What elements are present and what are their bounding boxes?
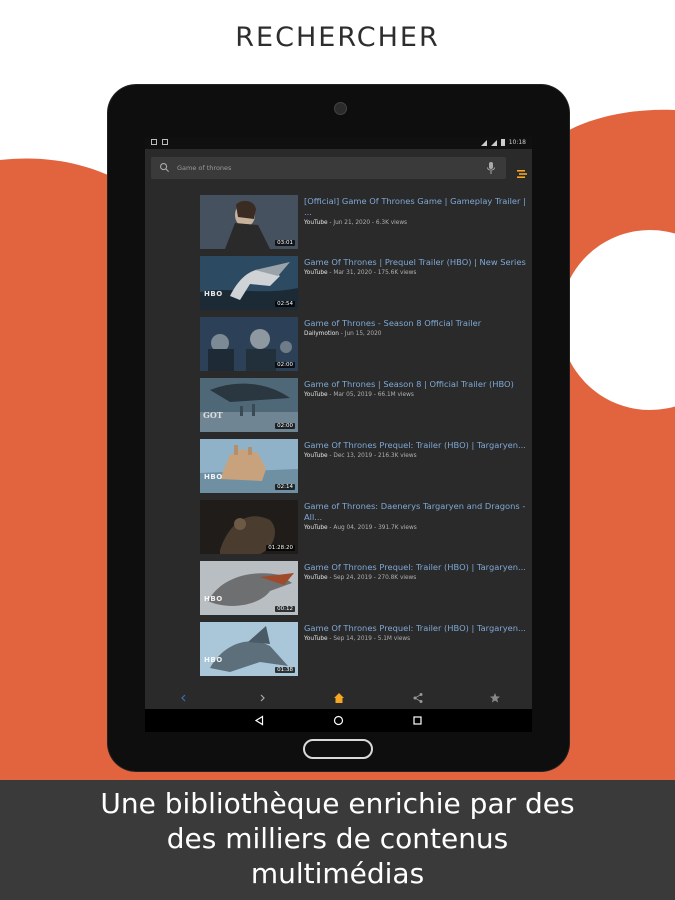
result-item[interactable]: 01:28:20 Game of Thrones: Daenerys Targa… [200, 500, 530, 554]
result-title[interactable]: [Official] Game Of Thrones Game | Gamepl… [304, 196, 530, 217]
result-meta: YouTube - Sep 14, 2019 - 5.1M views [304, 636, 530, 642]
video-thumbnail[interactable]: GOT 02:00 [200, 378, 298, 432]
filter-icon[interactable] [516, 168, 528, 180]
wifi-icon [480, 139, 487, 146]
video-thumbnail[interactable]: 01:28:20 [200, 500, 298, 554]
tablet-device: 10:18 Game of thrones 03:01 [Official] G… [108, 85, 569, 771]
caption-line: multimédias [250, 857, 425, 890]
battery-icon [500, 139, 505, 146]
hbo-logo: HBO [204, 595, 223, 603]
result-source: YouTube [304, 575, 328, 581]
result-title[interactable]: Game Of Thrones | Prequel Trailer (HBO) … [304, 257, 530, 268]
result-title[interactable]: Game of Thrones: Daenerys Targaryen and … [304, 501, 530, 522]
duration-badge: 03:01 [275, 240, 295, 246]
star-icon[interactable] [488, 691, 502, 705]
result-date-views: - Sep 24, 2019 - 270.8K views [327, 575, 417, 581]
result-item[interactable]: GOT 02:00 Game of Thrones | Season 8 | O… [200, 378, 530, 432]
home-circle-icon[interactable] [333, 715, 344, 726]
signal-icon [490, 139, 497, 146]
result-date-views: - Aug 04, 2019 - 391.7K views [327, 525, 417, 531]
duration-badge: 02:00 [275, 362, 295, 368]
result-source: YouTube [304, 525, 328, 531]
system-navigation [145, 709, 532, 732]
mic-icon[interactable] [486, 161, 496, 175]
duration-badge: 01:28:20 [266, 545, 295, 551]
result-meta: YouTube - Jun 21, 2020 - 6.3K views [304, 220, 530, 226]
result-date-views: - Sep 14, 2019 - 5.1M views [327, 636, 411, 642]
duration-badge: 02:14 [275, 484, 295, 490]
status-bar: 10:18 [145, 137, 532, 149]
hbo-logo: HBO [204, 290, 223, 298]
result-meta: Dailymotion - Jun 15, 2020 [304, 331, 530, 337]
back-arrow-icon[interactable] [177, 691, 191, 705]
search-input[interactable] [177, 161, 467, 175]
result-item[interactable]: HBO 01:38 Game Of Thrones Prequel: Trail… [200, 622, 530, 676]
back-triangle-icon[interactable] [254, 715, 265, 726]
result-item[interactable]: HBO 00:12 Game Of Thrones Prequel: Trail… [200, 561, 530, 615]
video-thumbnail[interactable]: HBO 01:38 [200, 622, 298, 676]
hbo-logo: HBO [204, 473, 223, 481]
result-item[interactable]: HBO 02:14 Game Of Thrones Prequel: Trail… [200, 439, 530, 493]
result-item[interactable]: HBO 02:54 Game Of Thrones | Prequel Trai… [200, 256, 530, 310]
search-box[interactable] [151, 157, 506, 179]
home-icon[interactable] [332, 691, 346, 705]
result-meta: YouTube - Dec 13, 2019 - 216.3K views [304, 453, 530, 459]
result-source: Dailymotion [304, 331, 339, 337]
result-source: YouTube [304, 270, 328, 276]
bottom-navigation [145, 687, 532, 709]
search-toolbar [145, 149, 532, 183]
result-source: YouTube [304, 453, 328, 459]
tablet-home-button[interactable] [303, 739, 373, 759]
result-item[interactable]: 02:00 Game of Thrones - Season 8 Officia… [200, 317, 530, 371]
duration-badge: 01:38 [275, 667, 295, 673]
video-thumbnail[interactable]: 02:00 [200, 317, 298, 371]
result-title[interactable]: Game Of Thrones Prequel: Trailer (HBO) |… [304, 440, 530, 451]
recents-square-icon[interactable] [412, 715, 423, 726]
result-title[interactable]: Game Of Thrones Prequel: Trailer (HBO) |… [304, 562, 530, 573]
result-meta: YouTube - Aug 04, 2019 - 391.7K views [304, 525, 530, 531]
share-icon[interactable] [411, 691, 425, 705]
page-title: RECHERCHER [235, 22, 440, 53]
result-meta: YouTube - Mar 05, 2019 - 66.1M views [304, 392, 530, 398]
video-thumbnail[interactable]: HBO 02:54 [200, 256, 298, 310]
video-thumbnail[interactable]: HBO 00:12 [200, 561, 298, 615]
result-meta: YouTube - Mar 31, 2020 - 175.6K views [304, 270, 530, 276]
result-date-views: - Mar 05, 2019 - 66.1M views [327, 392, 414, 398]
duration-badge: 02:54 [275, 301, 295, 307]
got-logo: GOT [203, 410, 223, 420]
search-icon[interactable] [159, 162, 170, 173]
app-screen: 10:18 Game of thrones 03:01 [Official] G… [145, 137, 532, 732]
caption-text: Une bibliothèque enrichie par des des mi… [0, 786, 675, 891]
caption-line: Une bibliothèque enrichie par des [100, 787, 575, 820]
result-item[interactable]: 03:01 [Official] Game Of Thrones Game | … [200, 195, 530, 249]
forward-arrow-icon[interactable] [255, 691, 269, 705]
result-date-views: - Jun 21, 2020 - 6.3K views [327, 220, 408, 226]
duration-badge: 02:00 [275, 423, 295, 429]
caption-line: des milliers de contenus [166, 822, 509, 855]
result-title[interactable]: Game of Thrones | Season 8 | Official Tr… [304, 379, 530, 390]
result-source: YouTube [304, 636, 328, 642]
hbo-logo: HBO [204, 656, 223, 664]
result-meta: YouTube - Sep 24, 2019 - 270.8K views [304, 575, 530, 581]
result-date-views: - Jun 15, 2020 [338, 331, 382, 337]
result-title[interactable]: Game of Thrones - Season 8 Official Trai… [304, 318, 530, 329]
result-title[interactable]: Game Of Thrones Prequel: Trailer (HBO) |… [304, 623, 530, 634]
video-thumbnail[interactable]: HBO 02:14 [200, 439, 298, 493]
result-source: YouTube [304, 392, 328, 398]
result-date-views: - Mar 31, 2020 - 175.6K views [327, 270, 417, 276]
duration-badge: 00:12 [275, 606, 295, 612]
result-date-views: - Dec 13, 2019 - 216.3K views [327, 453, 417, 459]
front-camera [334, 102, 347, 115]
status-time: 10:18 [508, 139, 526, 146]
result-source: YouTube [304, 220, 328, 226]
video-thumbnail[interactable]: 03:01 [200, 195, 298, 249]
app-notification-icon [162, 139, 168, 145]
notification-icon [151, 139, 157, 145]
